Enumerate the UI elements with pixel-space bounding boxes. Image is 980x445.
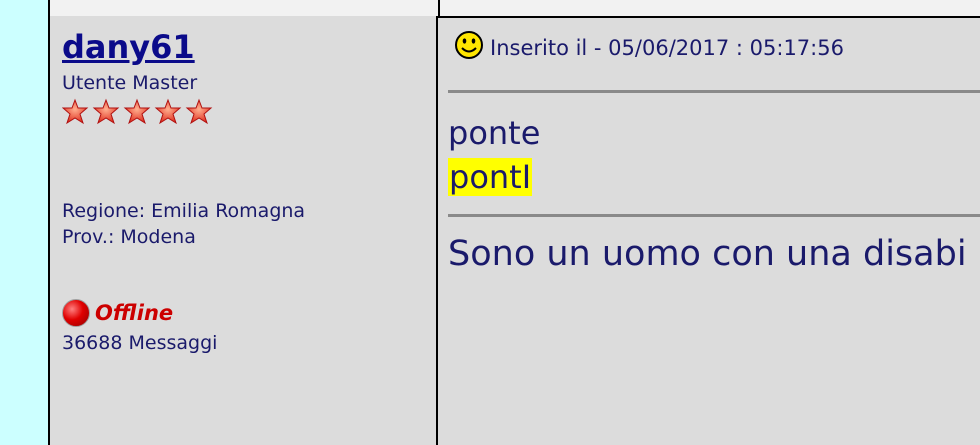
author-username-link[interactable]: dany61 bbox=[62, 28, 195, 66]
post-timestamp: Inserito il - 05/06/2017 : 05:17:56 bbox=[490, 36, 844, 60]
post-signature: Sono un uomo con una disabi bbox=[448, 234, 967, 274]
post-text-line: ponte bbox=[448, 114, 541, 152]
author-panel: dany61 Utente Master Regione: Emilia Rom… bbox=[48, 16, 438, 445]
star-icon bbox=[123, 98, 151, 125]
post-panel: Inserito il - 05/06/2017 : 05:17:56 pont… bbox=[438, 18, 980, 445]
column-separator bbox=[438, 0, 440, 16]
divider bbox=[448, 90, 980, 93]
star-icon bbox=[185, 98, 213, 125]
status-label: Offline bbox=[95, 301, 174, 325]
star-icon bbox=[62, 98, 89, 125]
star-icon bbox=[154, 98, 182, 125]
offline-icon bbox=[62, 299, 90, 327]
author-region: Regione: Emilia Romagna bbox=[62, 200, 306, 222]
post-text-highlighted: pontI bbox=[448, 158, 533, 196]
divider bbox=[448, 214, 980, 217]
rank-stars bbox=[62, 98, 222, 128]
rank-stars-icon bbox=[62, 98, 213, 125]
smiley-icon bbox=[454, 30, 484, 60]
author-province: Prov.: Modena bbox=[62, 226, 196, 248]
author-message-count: 36688 Messaggi bbox=[62, 332, 218, 354]
star-icon bbox=[92, 98, 120, 125]
author-location: Regione: Emilia Romagna Prov.: Modena bbox=[62, 198, 305, 250]
author-rank: Utente Master bbox=[62, 72, 198, 94]
online-status: Offline bbox=[62, 298, 173, 328]
